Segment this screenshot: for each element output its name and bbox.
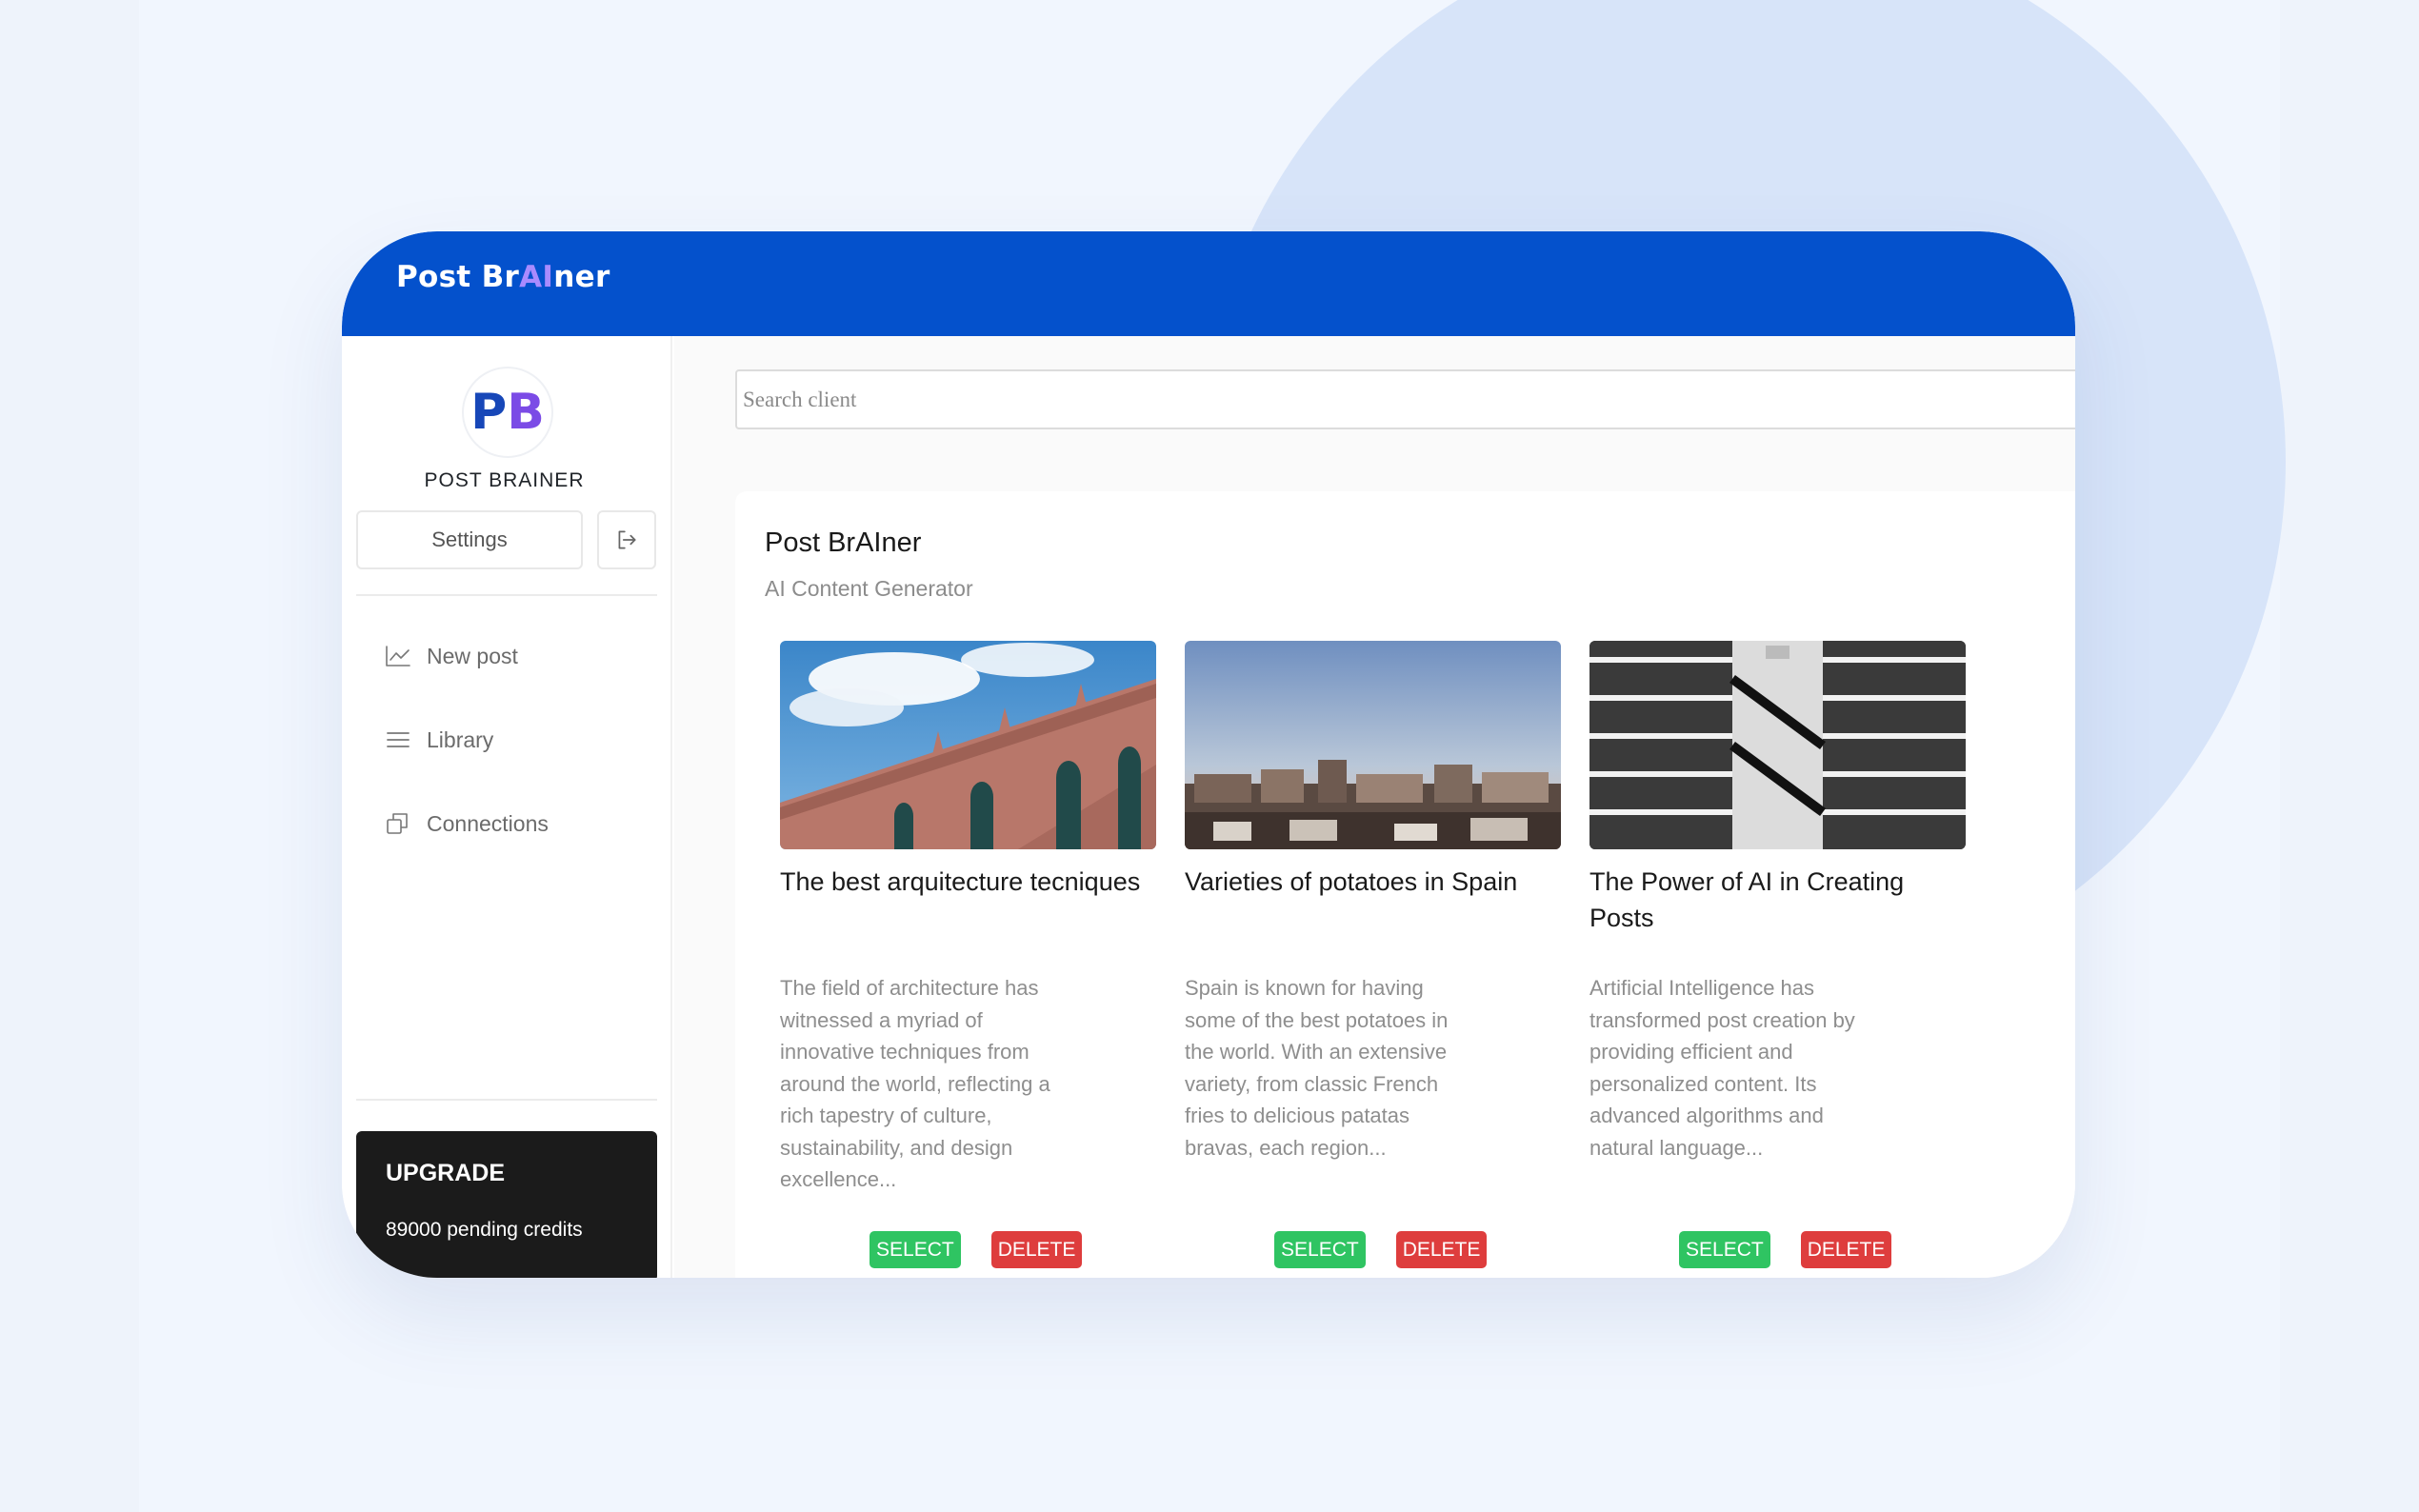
post-description: Spain is known for having some of the be… — [1185, 976, 1449, 1160]
post-title: The Power of AI in Creating Posts — [1589, 867, 1905, 932]
sidebar-item-label: Library — [427, 726, 494, 752]
app-window: Post BrAIner PB POST BRAINER Settings Ne… — [342, 231, 2075, 1278]
search-input[interactable] — [735, 369, 2075, 429]
sidebar: PB POST BRAINER Settings New post Librar… — [342, 336, 672, 1278]
delete-button[interactable]: DELETE — [1800, 1231, 1892, 1268]
chart-line-icon — [386, 646, 410, 666]
sidebar-item-label: Connections — [427, 810, 549, 836]
avatar: PB — [462, 367, 553, 458]
pending-credits: 89000 pending credits — [386, 1219, 583, 1241]
post-title: Varieties of potatoes in Spain — [1185, 867, 1518, 896]
select-button[interactable]: SELECT — [870, 1231, 961, 1268]
upgrade-card[interactable]: UPGRADE 89000 pending credits — [356, 1131, 657, 1278]
sidebar-item-new-post[interactable]: New post — [385, 637, 518, 675]
panel-subtitle: AI Content Generator — [765, 576, 973, 601]
account-name: POST BRAINER — [424, 469, 585, 491]
delete-button[interactable]: DELETE — [1395, 1231, 1488, 1268]
sidebar-item-connections[interactable]: Connections — [385, 805, 549, 843]
posts-panel: Post BrAIner AI Content Generator The be… — [735, 491, 2075, 1278]
select-button[interactable]: SELECT — [1679, 1231, 1770, 1268]
copy-icon — [387, 813, 408, 834]
brand-logo[interactable]: Post BrAIner — [396, 260, 610, 294]
post-actions: SELECT DELETE — [1679, 1231, 1892, 1268]
sidebar-divider — [356, 1099, 657, 1101]
top-bar: Post BrAIner — [342, 231, 2075, 336]
logout-icon — [618, 530, 636, 549]
post-card[interactable]: The best arquitecture tecniques The fiel… — [780, 641, 1156, 1268]
post-actions: SELECT DELETE — [870, 1231, 1083, 1268]
upgrade-title: UPGRADE — [386, 1160, 506, 1186]
list-icon — [387, 732, 410, 747]
post-image[interactable] — [1185, 641, 1561, 849]
delete-button[interactable]: DELETE — [990, 1231, 1083, 1268]
post-card[interactable]: The Power of AI in Creating Posts Artifi… — [1589, 641, 1966, 1268]
logout-button[interactable] — [597, 510, 656, 569]
post-description: Artificial Intelligence has transformed … — [1589, 976, 1855, 1160]
post-title: The best arquitecture tecniques — [780, 867, 1141, 896]
sidebar-item-label: New post — [427, 643, 518, 668]
sidebar-item-library[interactable]: Library — [385, 721, 493, 759]
post-actions: SELECT DELETE — [1274, 1231, 1488, 1268]
post-card[interactable]: Varieties of potatoes in Spain Spain is … — [1185, 641, 1561, 1268]
post-image[interactable] — [1589, 641, 1966, 849]
select-button[interactable]: SELECT — [1274, 1231, 1366, 1268]
main-content: Post BrAIner AI Content Generator — [674, 336, 2075, 1278]
settings-button[interactable]: Settings — [356, 510, 583, 569]
sidebar-divider — [356, 594, 657, 596]
post-description: The field of architecture has witnessed … — [780, 976, 1050, 1191]
post-image[interactable] — [780, 641, 1156, 849]
panel-title: Post BrAIner — [765, 527, 922, 558]
